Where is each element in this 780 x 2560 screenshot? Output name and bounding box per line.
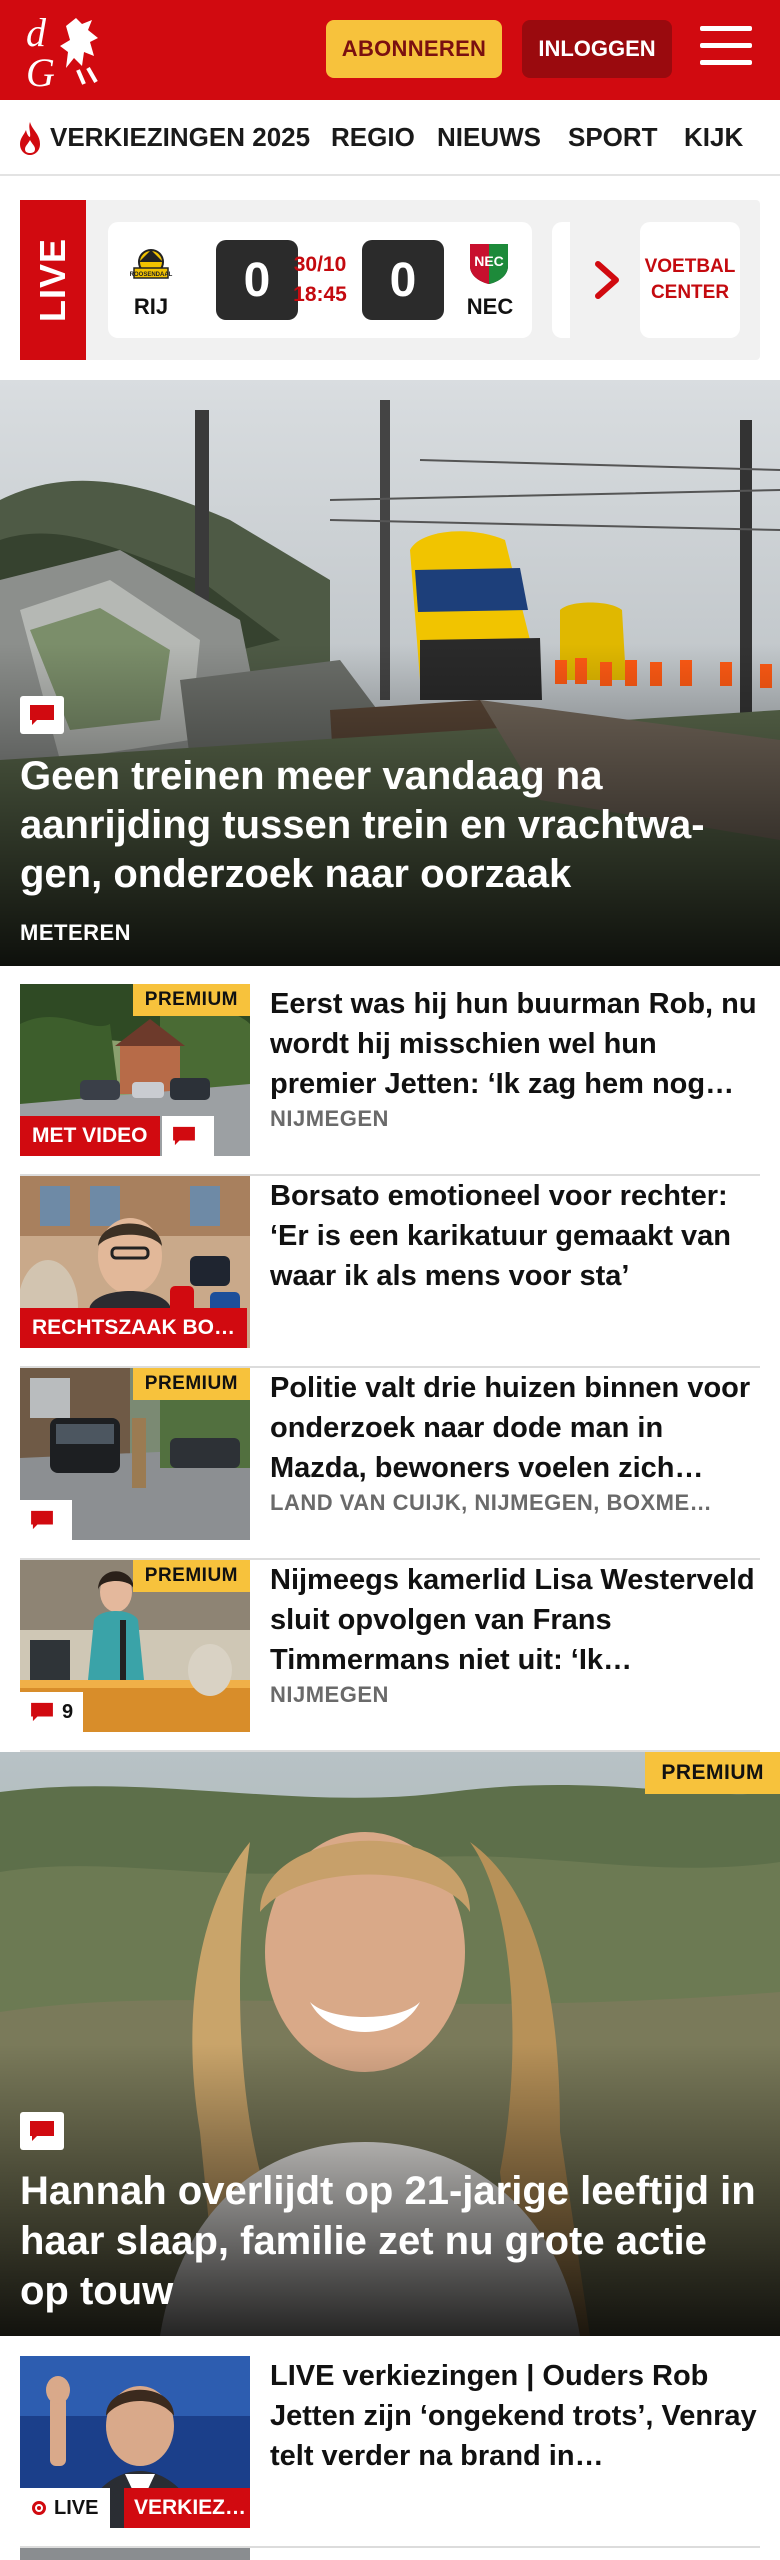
next-match-card[interactable] xyxy=(552,222,570,338)
svg-text:G: G xyxy=(26,50,55,90)
subscribe-button[interactable]: ABONNEREN xyxy=(326,20,502,78)
match-card[interactable]: ROOSENDAAL RIJ 0 30/10 18:45 0 NEC NEC xyxy=(108,222,532,338)
article-location: NIJMEGEN xyxy=(270,1106,389,1131)
article-title[interactable]: LIVE verkiezingen | Ouders Rob Jetten zi… xyxy=(270,2356,760,2476)
match-datetime: 30/10 18:45 xyxy=(293,253,347,306)
nav-item-nieuws[interactable]: NIEUWS xyxy=(437,122,541,153)
svg-text:NEC: NEC xyxy=(474,253,504,269)
live-dot-icon xyxy=(32,2501,46,2515)
article-thumbnail: PREMIUM xyxy=(20,1368,250,1540)
featured-title[interactable]: Hannah overlijdt op 21-jarige leeftijd i… xyxy=(20,2166,760,2316)
nav-item-kijk[interactable]: KIJK xyxy=(684,122,743,153)
article-thumbnail: PREMIUM MET VIDEO xyxy=(20,984,250,1156)
category-label: RECHTSZAAK BO… xyxy=(20,1308,247,1348)
list-item[interactable]: RECHTSZAAK BO… Borsato emotioneel voor r… xyxy=(20,1176,760,1368)
featured-article[interactable]: PREMIUM Hannah overlijdt op 21-jarige le… xyxy=(0,1752,780,2336)
main-nav: VERKIEZINGEN 2025 REGIO NIEUWS SPORT KIJ… xyxy=(0,100,780,176)
voetbal-center-button[interactable]: VOETBAL CENTER xyxy=(640,222,740,338)
svg-text:d: d xyxy=(26,10,47,55)
live-score-strip: LIVE ROOSENDAAL RIJ 0 30/10 18:45 0 NEC … xyxy=(20,200,760,360)
away-team-name: NEC xyxy=(466,294,514,319)
hero-article[interactable]: Geen treinen meer vandaag na aanrijding … xyxy=(0,380,780,966)
nav-item-regio[interactable]: REGIO xyxy=(331,122,415,153)
article-thumbnail: RECHTSZAAK BO… xyxy=(20,1176,250,1348)
premium-badge: PREMIUM xyxy=(132,1560,250,1592)
comment-icon xyxy=(162,1116,214,1156)
premium-badge: PREMIUM xyxy=(132,984,250,1016)
article-location: LAND VAN CUIJK, NIJMEGEN, BOXME… xyxy=(270,1490,713,1515)
hero-location: METEREN xyxy=(20,920,132,945)
article-title[interactable]: Nijmeegs kamerlid Lisa Westerveld sluit … xyxy=(270,1560,760,1680)
flame-icon xyxy=(20,122,40,155)
premium-badge: PREMIUM xyxy=(645,1752,780,1794)
article-thumbnail: LIVE VERKIEZ… xyxy=(20,2356,250,2528)
dg-logo[interactable]: d G xyxy=(22,10,112,95)
article-location: NIJMEGEN xyxy=(270,1682,389,1707)
top-header: d G ABONNEREN INLOGGEN xyxy=(0,0,780,100)
video-label: MET VIDEO xyxy=(20,1116,160,1156)
article-title[interactable]: Politie valt drie huizen binnen voor ond… xyxy=(270,1368,760,1488)
list-item[interactable]: LIVE VERKIEZ… LIVE verkiezingen | Ouders… xyxy=(20,2356,760,2548)
comment-icon xyxy=(20,2112,64,2150)
live-badge: LIVE xyxy=(20,2488,111,2528)
list-item[interactable]: PREMIUM MET VIDEO Eerst was hij hun buur… xyxy=(20,984,760,1176)
article-thumbnail: PREMIUM 9 xyxy=(20,1560,250,1732)
comment-icon xyxy=(31,1702,53,1722)
next-article-thumbnail xyxy=(20,2548,250,2560)
live-tag: LIVE xyxy=(20,200,86,360)
away-score: 0 xyxy=(362,240,444,320)
nav-item-sport[interactable]: SPORT xyxy=(568,122,658,153)
comment-icon xyxy=(20,696,64,734)
login-button[interactable]: INLOGGEN xyxy=(522,20,672,78)
list-item[interactable]: PREMIUM 9 Nijmeegs kamerlid Lisa Westerv… xyxy=(20,1560,760,1752)
chevron-right-icon[interactable] xyxy=(588,254,628,306)
comment-icon xyxy=(20,1500,72,1540)
nav-item-verkiezingen[interactable]: VERKIEZINGEN 2025 xyxy=(50,122,310,153)
rij-team-logo: ROOSENDAAL xyxy=(130,249,173,279)
svg-text:ROOSENDAAL: ROOSENDAAL xyxy=(130,272,173,278)
article-title[interactable]: Eerst was hij hun buurman Rob, nu wordt … xyxy=(270,984,760,1104)
nec-team-logo: NEC xyxy=(470,244,508,284)
comment-count: 9 xyxy=(20,1692,84,1732)
premium-badge: PREMIUM xyxy=(132,1368,250,1400)
menu-icon[interactable] xyxy=(700,26,752,70)
category-label: VERKIEZ… xyxy=(124,2488,250,2528)
home-team-name: RIJ xyxy=(133,294,169,319)
article-title[interactable]: Borsato emotioneel voor rechter: ‘Er is … xyxy=(270,1176,760,1296)
hero-title[interactable]: Geen treinen meer vandaag na aanrijding … xyxy=(20,752,760,899)
list-item[interactable]: PREMIUM Politie valt drie huizen binnen … xyxy=(20,1368,760,1560)
